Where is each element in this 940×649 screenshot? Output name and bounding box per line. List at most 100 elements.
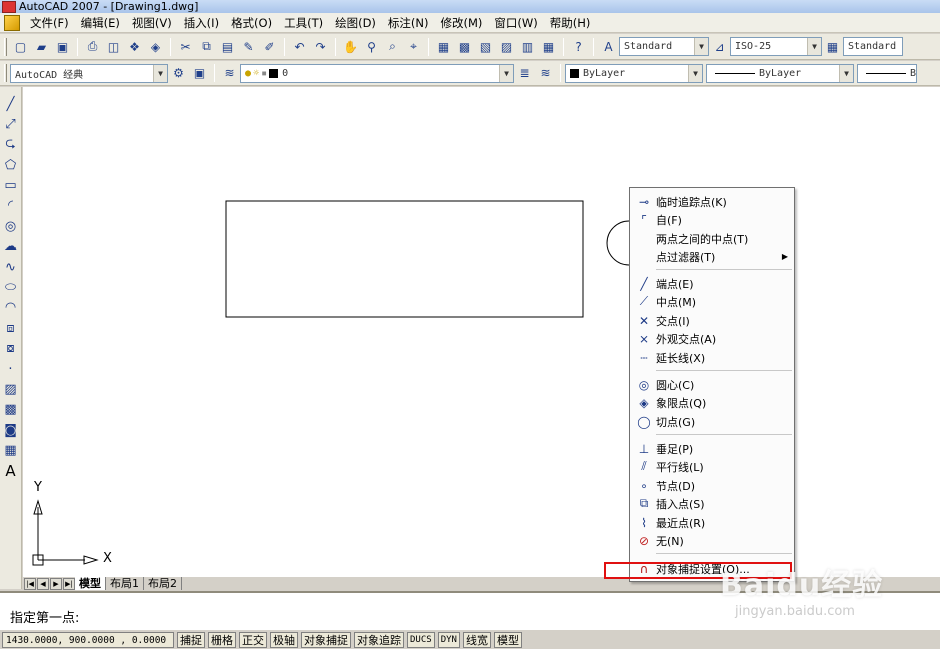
menu-item-quadrant[interactable]: ◈ 象限点(Q) — [630, 394, 794, 411]
menu-modify[interactable]: 修改(M) — [435, 13, 489, 33]
workspace-settings-icon[interactable]: ⚙ — [170, 65, 187, 82]
tab-model[interactable]: 模型 — [75, 577, 106, 590]
ducs-toggle[interactable]: DUCS — [407, 631, 435, 648]
chevron-down-icon[interactable]: ▼ — [499, 64, 513, 82]
make-block-icon[interactable]: ⧇ — [2, 340, 20, 358]
menu-tools[interactable]: 工具(T) — [278, 13, 329, 33]
copy-icon[interactable]: ⧉ — [198, 38, 215, 55]
block-editor-icon[interactable]: ✐ — [261, 38, 278, 55]
chevron-down-icon[interactable]: ▼ — [694, 38, 708, 55]
snap-toggle[interactable]: 捕捉 — [177, 631, 205, 648]
chevron-down-icon[interactable]: ▼ — [807, 38, 821, 55]
hatch-icon[interactable]: ▨ — [2, 380, 20, 398]
menu-window[interactable]: 窗口(W) — [488, 13, 543, 33]
paste-icon[interactable]: ▤ — [219, 38, 236, 55]
model-space-toggle[interactable]: 模型 — [493, 631, 522, 648]
tab-layout1[interactable]: 布局1 — [106, 577, 144, 590]
polygon-icon[interactable]: ⬠ — [2, 156, 20, 174]
drawing-area[interactable]: Y X — [23, 87, 940, 576]
menu-item-midpoint[interactable]: ⟋ 中点(M) — [630, 293, 794, 310]
circle-icon[interactable]: ◎ — [2, 217, 20, 235]
menu-item-none[interactable]: ⊘ 无(N) — [630, 532, 794, 549]
otrack-toggle[interactable]: 对象追踪 — [354, 631, 404, 648]
menu-item-center[interactable]: ◎ 圆心(C) — [630, 376, 794, 393]
menu-item-point-filters[interactable]: 点过滤器(T) ▶ — [630, 248, 794, 265]
menu-format[interactable]: 格式(O) — [225, 13, 278, 33]
menu-item-apparent-intersection[interactable]: ⨯ 外观交点(A) — [630, 330, 794, 347]
menu-item-midpoint-between[interactable]: 两点之间的中点(T) — [630, 230, 794, 247]
line-icon[interactable]: ╱ — [2, 95, 20, 113]
chevron-down-icon[interactable]: ▼ — [839, 64, 853, 82]
prev-tab-icon[interactable]: ◀ — [37, 577, 49, 590]
match-properties-icon[interactable]: ✎ — [240, 38, 257, 55]
save-workspace-icon[interactable]: ▣ — [191, 65, 208, 82]
construction-line-icon[interactable]: ⤢ — [2, 115, 20, 133]
design-center-icon[interactable]: ▩ — [456, 38, 473, 55]
menu-draw[interactable]: 绘图(D) — [329, 13, 382, 33]
menu-insert[interactable]: 插入(I) — [178, 13, 225, 33]
menu-item-extension[interactable]: ┄ 延长线(X) — [630, 349, 794, 366]
menu-item-perpendicular[interactable]: ⊥ 垂足(P) — [630, 440, 794, 457]
region-icon[interactable]: ◙ — [2, 421, 20, 439]
next-tab-icon[interactable]: ▶ — [50, 577, 62, 590]
zoom-realtime-icon[interactable]: ⚲ — [363, 38, 380, 55]
chevron-down-icon[interactable]: ▼ — [688, 64, 702, 82]
ellipse-arc-icon[interactable]: ◠ — [2, 299, 20, 317]
layer-manager-icon[interactable]: ≋ — [221, 65, 238, 82]
grid-toggle[interactable]: 栅格 — [208, 631, 236, 648]
workspace-select[interactable]: AutoCAD 经典 ▼ — [10, 63, 168, 83]
menu-item-node[interactable]: ∘ 节点(D) — [630, 477, 794, 494]
coordinates-display[interactable]: 1430.0000, 900.0000 , 0.0000 — [2, 631, 174, 648]
toolbar-grip[interactable] — [4, 64, 7, 82]
layer-select[interactable]: ● ☼ ▪ 0 ▼ — [240, 63, 514, 83]
linetype-select[interactable]: ByLayer ▼ — [706, 63, 854, 83]
menu-help[interactable]: 帮助(H) — [544, 13, 597, 33]
menu-item-tangent[interactable]: ◯ 切点(G) — [630, 413, 794, 430]
lineweight-toggle[interactable]: 线宽 — [462, 631, 491, 648]
markup-icon[interactable]: ▥ — [519, 38, 536, 55]
menu-view[interactable]: 视图(V) — [126, 13, 178, 33]
3d-dwf-icon[interactable]: ◈ — [147, 38, 164, 55]
arc-icon[interactable]: ◜ — [2, 197, 20, 215]
dim-style-icon[interactable]: ⊿ — [711, 38, 728, 55]
osnap-toggle[interactable]: 对象捕捉 — [301, 631, 351, 648]
table-icon[interactable]: ▦ — [2, 442, 20, 460]
plot-preview-icon[interactable]: ◫ — [105, 38, 122, 55]
first-tab-icon[interactable]: |◀ — [24, 577, 36, 590]
menu-item-insert[interactable]: ⧉ 插入点(S) — [630, 495, 794, 512]
pan-icon[interactable]: ✋ — [342, 38, 359, 55]
polar-toggle[interactable]: 极轴 — [270, 631, 298, 648]
polyline-icon[interactable]: ⮎ — [2, 136, 20, 154]
make-current-layer-icon[interactable]: ≣ — [516, 65, 533, 82]
cut-icon[interactable]: ✂ — [177, 38, 194, 55]
calculator-icon[interactable]: ▦ — [540, 38, 557, 55]
open-icon[interactable]: ▰ — [33, 38, 50, 55]
dim-style-select[interactable]: ISO-25 ▼ — [730, 37, 822, 56]
table-style-icon[interactable]: ▦ — [824, 38, 841, 55]
dyn-toggle[interactable]: DYN — [437, 631, 460, 648]
menu-file[interactable]: 文件(F) — [24, 13, 75, 33]
document-menu-icon[interactable] — [4, 14, 20, 31]
undo-icon[interactable]: ↶ — [291, 38, 308, 55]
toolbar-grip[interactable] — [4, 37, 7, 56]
lineweight-select[interactable]: B — [857, 63, 917, 83]
zoom-window-icon[interactable]: ⌕ — [384, 38, 401, 55]
zoom-previous-icon[interactable]: ⌖ — [405, 38, 422, 55]
point-icon[interactable]: · — [2, 360, 20, 378]
menu-item-endpoint[interactable]: ╱ 端点(E) — [630, 275, 794, 292]
new-icon[interactable]: ▢ — [12, 38, 29, 55]
chevron-down-icon[interactable]: ▼ — [153, 64, 167, 82]
redo-icon[interactable]: ↷ — [312, 38, 329, 55]
text-style-select[interactable]: Standard ▼ — [619, 37, 709, 56]
menu-item-nearest[interactable]: ⌇ 最近点(R) — [630, 514, 794, 531]
menu-item-parallel[interactable]: ⫽ 平行线(L) — [630, 458, 794, 475]
layer-previous-icon[interactable]: ≋ — [537, 65, 554, 82]
menu-item-from[interactable]: ⌜ 自(F) — [630, 211, 794, 228]
last-tab-icon[interactable]: ▶| — [63, 577, 75, 590]
help-icon[interactable]: ? — [570, 38, 587, 55]
tool-palettes-icon[interactable]: ▧ — [477, 38, 494, 55]
ellipse-icon[interactable]: ⬭ — [2, 279, 20, 297]
rectangle-icon[interactable]: ▭ — [2, 177, 20, 195]
gradient-icon[interactable]: ▩ — [2, 401, 20, 419]
menu-item-intersection[interactable]: ✕ 交点(I) — [630, 312, 794, 329]
